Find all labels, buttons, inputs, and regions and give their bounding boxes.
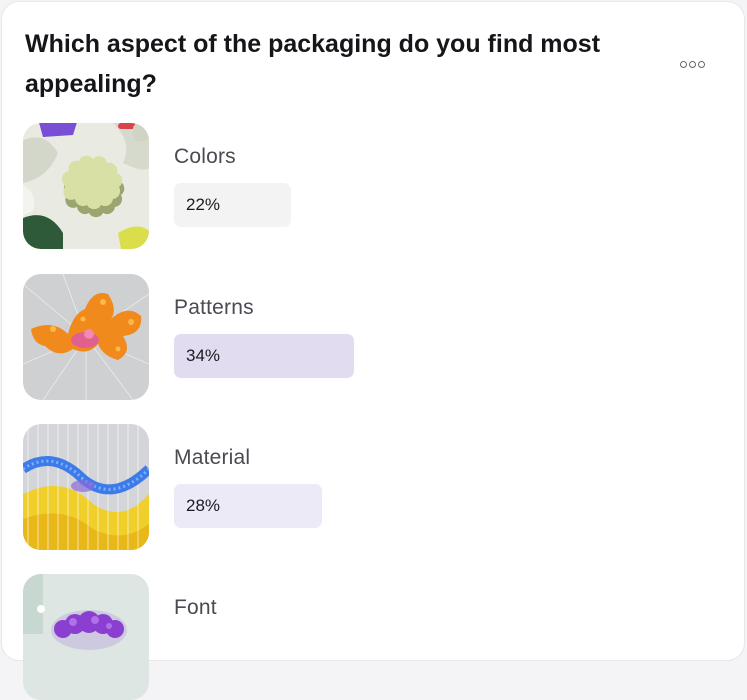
poll-option-patterns[interactable]: Patterns 34% bbox=[23, 274, 643, 400]
poll-option-material[interactable]: Material 28% bbox=[23, 424, 643, 550]
option-label: Material bbox=[174, 446, 251, 469]
result-bar: 28% bbox=[174, 484, 322, 528]
poll-question: Which aspect of the packaging do you fin… bbox=[25, 30, 601, 98]
option-percent: 34% bbox=[186, 346, 221, 365]
purple-bloom-image bbox=[23, 574, 149, 700]
clay-shapes-image bbox=[23, 123, 149, 249]
result-bar: 34% bbox=[174, 334, 354, 378]
wave-strings-image bbox=[23, 424, 149, 550]
option-label: Font bbox=[174, 596, 217, 619]
option-percent: 22% bbox=[186, 195, 221, 214]
option-percent: 28% bbox=[186, 496, 221, 515]
orange-coral-image bbox=[23, 274, 149, 400]
more-options-icon[interactable] bbox=[674, 54, 710, 74]
result-bar: 22% bbox=[174, 183, 291, 227]
poll-option-font[interactable]: Font bbox=[23, 574, 643, 700]
option-label: Patterns bbox=[174, 296, 254, 319]
option-label: Colors bbox=[174, 145, 236, 168]
poll-option-colors[interactable]: Colors 22% bbox=[23, 123, 643, 249]
